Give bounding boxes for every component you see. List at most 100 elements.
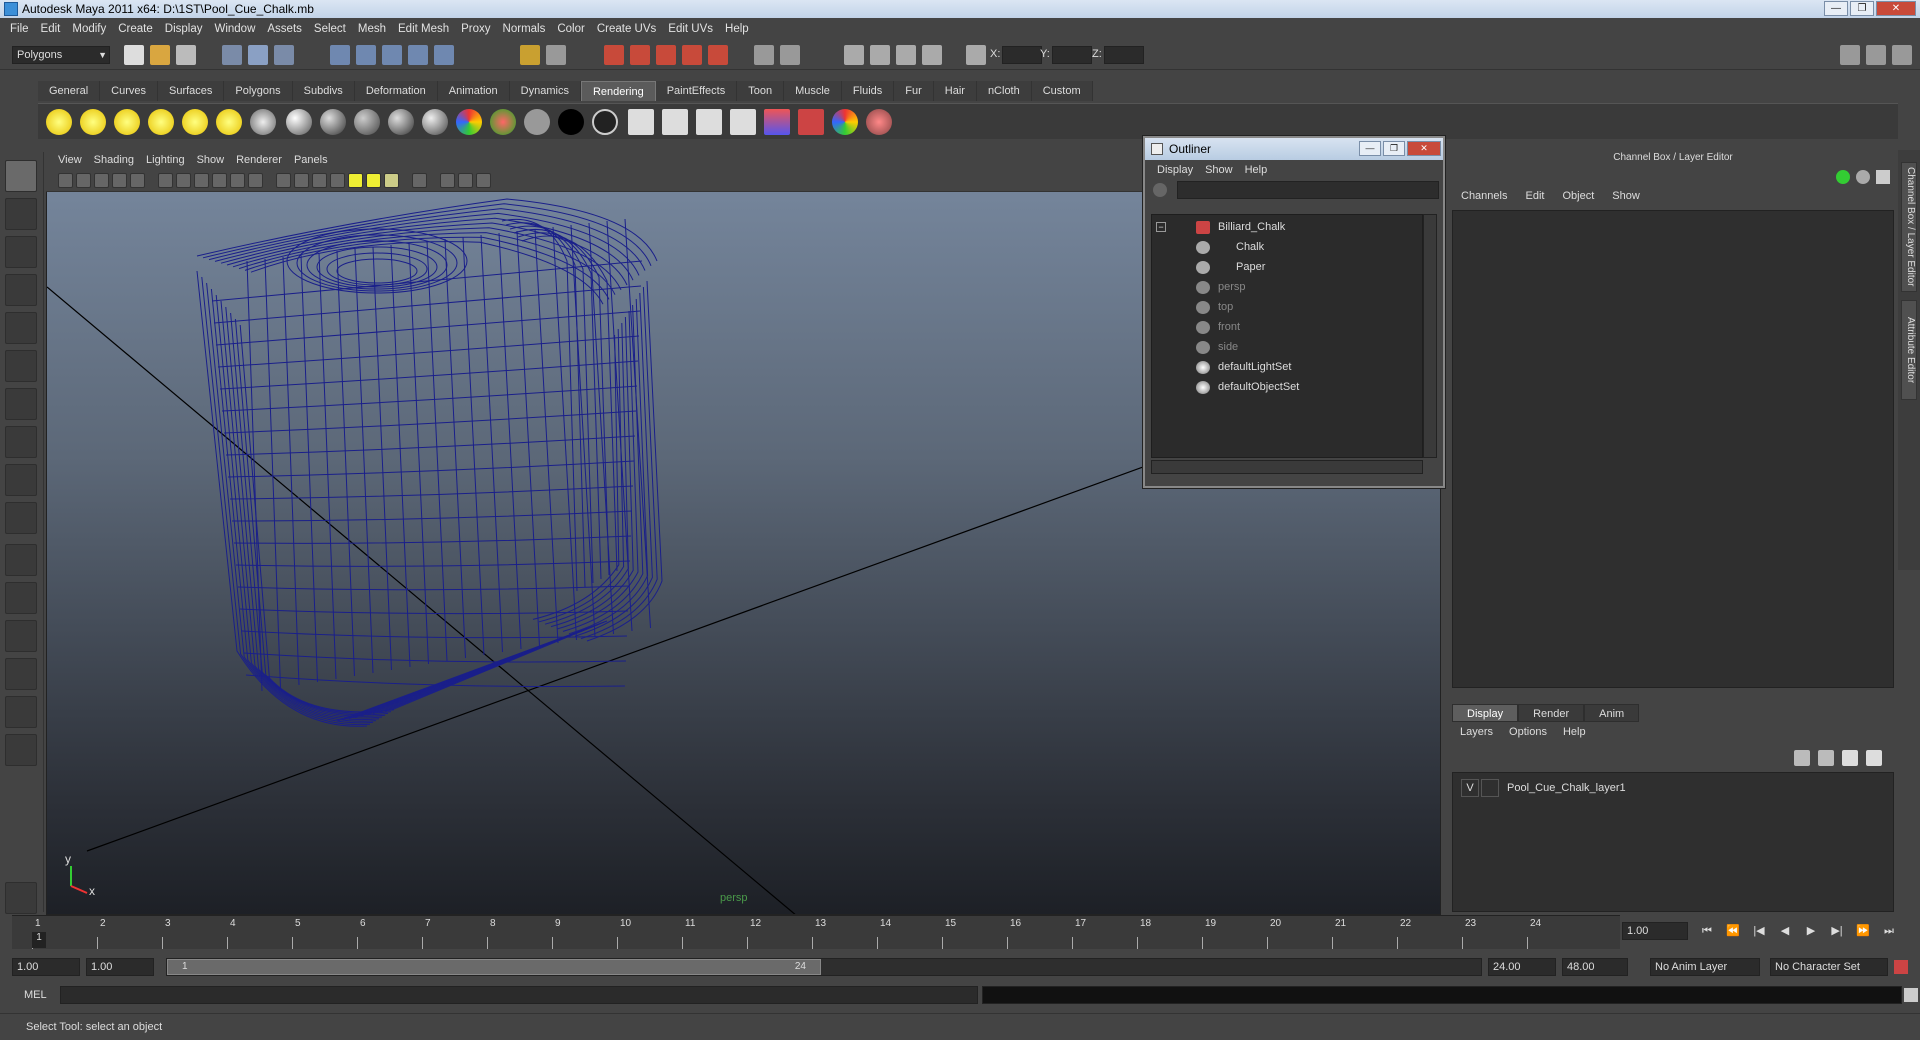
construction-history-icon[interactable]	[546, 45, 566, 65]
channel-box-panel[interactable]	[1452, 210, 1894, 688]
smooth-shade-icon[interactable]	[294, 173, 309, 188]
last-tool-icon[interactable]	[5, 502, 37, 534]
point-light-icon[interactable]	[114, 109, 140, 135]
safe-action-icon[interactable]	[248, 173, 263, 188]
layer-menu-help[interactable]: Help	[1555, 726, 1594, 738]
anim-layer-dropdown[interactable]: No Anim Layer	[1650, 958, 1760, 976]
new-layer-from-selected-icon[interactable]	[1866, 750, 1882, 766]
billiard-chalk-mesh[interactable]	[196, 198, 663, 727]
new-scene-icon[interactable]	[124, 45, 144, 65]
ambient-light-icon[interactable]	[46, 109, 72, 135]
move-layer-up-icon[interactable]	[1794, 750, 1810, 766]
minimize-button[interactable]: —	[1824, 1, 1848, 16]
batch-render-icon[interactable]	[922, 45, 942, 65]
channel-box-menu-edit[interactable]: Edit	[1516, 190, 1553, 202]
select-hierarchy-icon[interactable]	[222, 45, 242, 65]
menu-display[interactable]: Display	[159, 23, 209, 35]
viewport-menu-shading[interactable]: Shading	[88, 154, 140, 166]
ipr-render-shelf-icon[interactable]	[662, 109, 688, 135]
step-forward-frame-button[interactable]: ▶|	[1826, 922, 1848, 940]
grid-toggle-icon[interactable]	[158, 173, 173, 188]
shelf-tab-rendering[interactable]: Rendering	[580, 81, 656, 101]
area-light-icon[interactable]	[182, 109, 208, 135]
select-tool-icon[interactable]	[5, 160, 37, 192]
layout-persp-graph-icon[interactable]	[5, 658, 37, 690]
toggle-panel-icon[interactable]	[754, 45, 774, 65]
menu-assets[interactable]: Assets	[261, 23, 308, 35]
outliner-item-default-light-set[interactable]: defaultLightSet	[1152, 357, 1422, 377]
shelf-tab-fur[interactable]: Fur	[894, 81, 934, 101]
layout-single-pane-icon[interactable]	[5, 544, 37, 576]
expand-toggle-icon[interactable]: −	[1156, 222, 1166, 232]
shelf-tab-animation[interactable]: Animation	[437, 81, 510, 101]
time-slider[interactable]: 1 2 3 4 5 6 7 8 9 10 11 12 13 14 15 16 17 18 19 20 21 22 23 24 1	[12, 915, 1620, 949]
x-field[interactable]	[1002, 46, 1042, 64]
step-back-frame-button[interactable]: |◀	[1748, 922, 1770, 940]
channel-box-display-icon[interactable]	[1856, 170, 1870, 184]
viewport-menu-renderer[interactable]: Renderer	[230, 154, 288, 166]
outliner-vertical-scrollbar[interactable]	[1423, 214, 1437, 458]
channel-box-key-icon[interactable]	[1836, 170, 1850, 184]
select-component-icon[interactable]	[274, 45, 294, 65]
layer-name[interactable]: Pool_Cue_Chalk_layer1	[1507, 779, 1626, 797]
animation-end-field[interactable]: 48.00	[1562, 958, 1628, 976]
channel-box-menu-channels[interactable]: Channels	[1452, 190, 1516, 202]
menu-proxy[interactable]: Proxy	[455, 23, 496, 35]
outliner-item-billiard-chalk[interactable]: − Billiard_Chalk	[1152, 217, 1422, 237]
step-back-key-button[interactable]: ⏪	[1722, 922, 1744, 940]
playblast-icon[interactable]	[870, 45, 890, 65]
snap-surface-icon[interactable]	[434, 45, 454, 65]
camera-select-icon[interactable]	[58, 173, 73, 188]
close-button[interactable]: ✕	[1876, 1, 1916, 16]
snap-curve-icon[interactable]	[356, 45, 376, 65]
film-gate-icon[interactable]	[176, 173, 191, 188]
side-tab-attribute-editor[interactable]: Attribute Editor	[1901, 300, 1917, 400]
textured-icon[interactable]	[330, 173, 345, 188]
outliner-search-input[interactable]	[1177, 181, 1439, 199]
color-chooser-icon[interactable]	[832, 109, 858, 135]
move-tool-icon[interactable]	[5, 274, 37, 306]
menu-file[interactable]: File	[4, 23, 35, 35]
soft-mod-tool-icon[interactable]	[5, 426, 37, 458]
transform-field-mode-icon[interactable]	[966, 45, 986, 65]
render-settings-shelf-icon[interactable]	[696, 109, 722, 135]
volume-light-icon[interactable]	[216, 109, 242, 135]
use-default-light-icon[interactable]	[348, 173, 363, 188]
paint-shader-icon[interactable]	[866, 109, 892, 135]
menu-help[interactable]: Help	[719, 23, 755, 35]
shelf-tab-muscle[interactable]: Muscle	[784, 81, 842, 101]
snap-plane-icon[interactable]	[408, 45, 428, 65]
isolate-select-icon[interactable]	[412, 173, 427, 188]
field-chart-icon[interactable]	[230, 173, 245, 188]
paint-select-tool-icon[interactable]	[5, 236, 37, 268]
use-background-icon[interactable]	[524, 109, 550, 135]
image-plane-icon[interactable]	[112, 173, 127, 188]
outliner-item-side[interactable]: side	[1152, 337, 1422, 357]
outliner-menu-display[interactable]: Display	[1151, 164, 1199, 176]
mel-input[interactable]	[60, 986, 978, 1004]
save-scene-icon[interactable]	[176, 45, 196, 65]
play-forwards-button[interactable]: ▶	[1800, 922, 1822, 940]
resolution-gate-icon[interactable]	[194, 173, 209, 188]
menu-color[interactable]: Color	[551, 23, 590, 35]
playback-end-field[interactable]: 24.00	[1488, 958, 1556, 976]
layer-menu-layers[interactable]: Layers	[1452, 726, 1501, 738]
hypershade-icon[interactable]	[682, 45, 702, 65]
layer-color-swatch[interactable]	[1481, 779, 1499, 797]
render-view-icon[interactable]	[708, 45, 728, 65]
menu-create-uvs[interactable]: Create UVs	[591, 23, 662, 35]
menu-modify[interactable]: Modify	[66, 23, 112, 35]
menu-set-dropdown[interactable]: Polygons ▼	[12, 46, 110, 64]
outliner-item-paper[interactable]: Paper	[1152, 257, 1422, 277]
menu-edit[interactable]: Edit	[35, 23, 67, 35]
rotate-tool-icon[interactable]	[5, 312, 37, 344]
layout-hypershade-icon[interactable]	[5, 696, 37, 728]
blinn-shader-icon[interactable]	[320, 109, 346, 135]
directional-light-icon[interactable]	[80, 109, 106, 135]
snap-grid-icon[interactable]	[330, 45, 350, 65]
layer-tab-render[interactable]: Render	[1518, 704, 1585, 722]
shelf-tab-hair[interactable]: Hair	[933, 81, 977, 101]
layer-menu-options[interactable]: Options	[1501, 726, 1555, 738]
shelf-tab-general[interactable]: General	[38, 81, 101, 101]
toggle-layout-icon[interactable]	[780, 45, 800, 65]
